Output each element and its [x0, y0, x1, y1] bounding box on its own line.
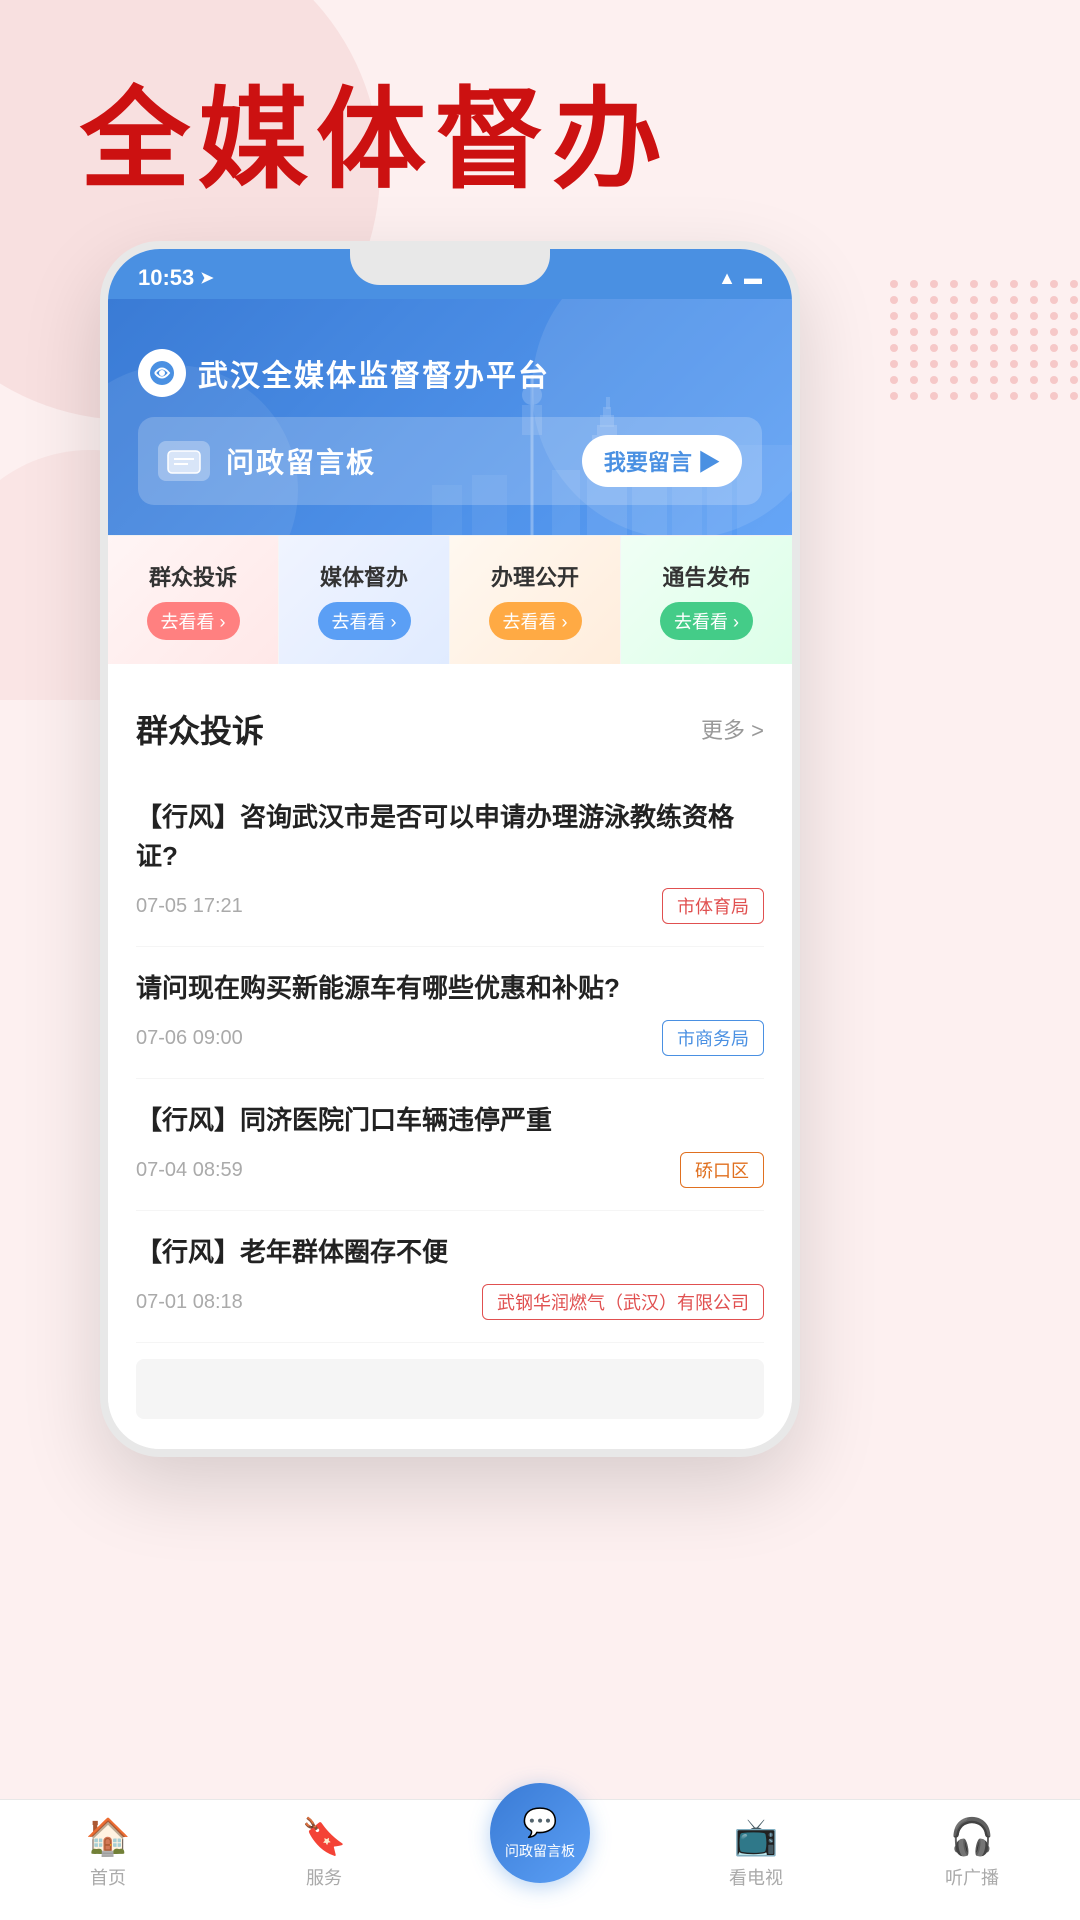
battery-icon: ▬: [744, 268, 762, 289]
content-section: 群众投诉 更多 > 【行风】咨询武汉市是否可以申请办理游泳教练资格证? 07-0…: [108, 676, 792, 1449]
section-header: 群众投诉 更多 >: [136, 706, 764, 752]
section-more-link[interactable]: 更多 >: [701, 713, 764, 745]
bottom-nav: 🏠 首页 🔖 服务 💬 问政留言板 📺 看电视 🎧 听广播: [0, 1799, 1080, 1920]
bookmark-icon: 🔖: [302, 1816, 347, 1858]
nav-center-button[interactable]: 💬 问政留言板: [490, 1783, 590, 1883]
news-time-2: 07-06 09:00: [136, 1027, 243, 1050]
news-meta-1: 07-05 17:21 市体育局: [136, 888, 764, 924]
category-item-notice[interactable]: 通告发布 去看看 ›: [621, 536, 792, 664]
nav-label-tv: 看电视: [729, 1864, 783, 1890]
nav-item-board[interactable]: 💬 问政留言板: [432, 1823, 648, 1883]
category-btn-notice[interactable]: 去看看 ›: [660, 602, 753, 640]
hero-title: 全媒体督办: [0, 0, 1080, 241]
home-icon: 🏠: [86, 1816, 131, 1858]
news-title-3: 【行风】同济医院门口车辆违停严重: [136, 1101, 764, 1140]
category-item-complaints[interactable]: 群众投诉 去看看 ›: [108, 536, 279, 664]
app-logo-icon: [138, 349, 186, 397]
news-item-1[interactable]: 【行风】咨询武汉市是否可以申请办理游泳教练资格证? 07-05 17:21 市体…: [136, 776, 764, 947]
status-time: 10:53 ➤: [138, 265, 214, 291]
nav-item-services[interactable]: 🔖 服务: [216, 1816, 432, 1890]
page-wrapper: 全媒体督办 10:53 ➤ ▲ ▬: [0, 0, 1080, 1577]
app-logo-row: 武汉全媒体监督督办平台: [138, 349, 762, 397]
leave-message-button[interactable]: 我要留言 ▶: [582, 435, 742, 487]
nav-item-tv[interactable]: 📺 看电视: [648, 1816, 864, 1890]
nav-label-radio: 听广播: [945, 1864, 999, 1890]
message-board-icon: 💬: [523, 1806, 558, 1839]
app-header: 武汉全媒体监督督办平台 问政留言板 我要留: [108, 299, 792, 535]
nav-item-radio[interactable]: 🎧 听广播: [864, 1816, 1080, 1890]
category-item-public[interactable]: 办理公开 去看看 ›: [450, 536, 621, 664]
category-btn-public[interactable]: 去看看 ›: [489, 602, 582, 640]
nav-label-home: 首页: [90, 1864, 126, 1890]
banner-title: 问政留言板: [226, 441, 376, 481]
nav-center-label: 问政留言板: [505, 1841, 575, 1861]
phone-container: 10:53 ➤ ▲ ▬: [100, 241, 800, 1457]
news-time-4: 07-01 08:18: [136, 1291, 243, 1314]
news-item-2[interactable]: 请问现在购买新能源车有哪些优惠和补贴? 07-06 09:00 市商务局: [136, 947, 764, 1079]
news-meta-2: 07-06 09:00 市商务局: [136, 1020, 764, 1056]
news-meta-4: 07-01 08:18 武钢华润燃气（武汉）有限公司: [136, 1284, 764, 1320]
message-board-banner[interactable]: 问政留言板 我要留言 ▶: [138, 417, 762, 505]
news-meta-3: 07-04 08:59 硚口区: [136, 1152, 764, 1188]
news-title-2: 请问现在购买新能源车有哪些优惠和补贴?: [136, 969, 764, 1008]
phone-mockup: 10:53 ➤ ▲ ▬: [100, 241, 800, 1457]
news-tag-2: 市商务局: [662, 1020, 764, 1056]
news-tag-3: 硚口区: [680, 1152, 764, 1188]
nav-label-services: 服务: [306, 1864, 342, 1890]
wifi-icon: ▲: [718, 268, 736, 289]
app-logo-text: 武汉全媒体监督督办平台: [198, 351, 550, 395]
section-title: 群众投诉: [136, 706, 264, 752]
news-time-1: 07-05 17:21: [136, 895, 243, 918]
category-grid: 群众投诉 去看看 › 媒体督办 去看看 › 办理公开 去看看 › 通告发布 去看…: [108, 535, 792, 664]
banner-left: 问政留言板: [158, 441, 376, 481]
category-item-media[interactable]: 媒体督办 去看看 ›: [279, 536, 450, 664]
news-title-1: 【行风】咨询武汉市是否可以申请办理游泳教练资格证?: [136, 798, 764, 876]
news-time-3: 07-04 08:59: [136, 1159, 243, 1182]
category-btn-media[interactable]: 去看看 ›: [318, 602, 411, 640]
phone-notch: [350, 249, 550, 285]
image-preview-row: [136, 1359, 764, 1419]
nav-item-home[interactable]: 🏠 首页: [0, 1816, 216, 1890]
news-tag-4: 武钢华润燃气（武汉）有限公司: [482, 1284, 764, 1320]
tv-icon: 📺: [734, 1816, 779, 1858]
category-btn-complaints[interactable]: 去看看 ›: [147, 602, 240, 640]
news-tag-1: 市体育局: [662, 888, 764, 924]
headphone-icon: 🎧: [950, 1816, 995, 1858]
news-item-4[interactable]: 【行风】老年群体圈存不便 07-01 08:18 武钢华润燃气（武汉）有限公司: [136, 1211, 764, 1343]
status-icons: ▲ ▬: [718, 268, 762, 289]
news-title-4: 【行风】老年群体圈存不便: [136, 1233, 764, 1272]
news-item-3[interactable]: 【行风】同济医院门口车辆违停严重 07-04 08:59 硚口区: [136, 1079, 764, 1211]
bg-dots-right: [890, 280, 1050, 480]
location-icon: ➤: [200, 268, 213, 288]
banner-card-icon: [158, 441, 210, 481]
